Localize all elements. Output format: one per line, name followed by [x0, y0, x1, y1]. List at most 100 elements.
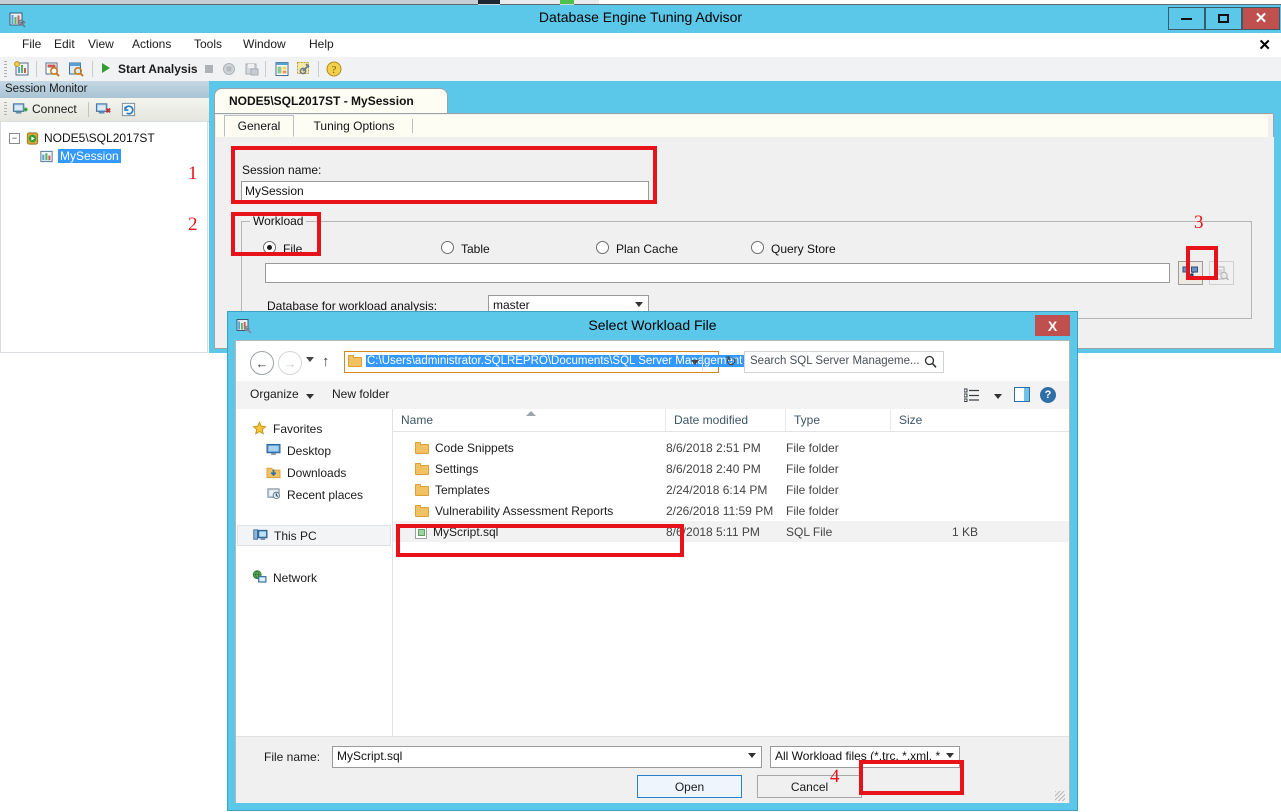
- preview-pane-icon[interactable]: [1014, 387, 1030, 402]
- table-row[interactable]: Vulnerability Assessment Reports 2/26/20…: [393, 500, 1069, 521]
- close-button[interactable]: ✕: [1242, 7, 1280, 30]
- forward-button: →: [278, 351, 302, 375]
- start-analysis-icon[interactable]: [102, 63, 110, 73]
- session-tree[interactable]: − NODE5\SQL2017ST MySession: [0, 121, 208, 353]
- help-icon[interactable]: ?: [1040, 387, 1056, 403]
- workload-file-input[interactable]: [265, 263, 1170, 283]
- menu-item-tools[interactable]: Tools: [192, 37, 224, 51]
- tree-row-session[interactable]: MySession: [39, 148, 121, 164]
- document-tab-label: NODE5\SQL2017ST - MySession: [229, 94, 414, 108]
- toolbar-grip[interactable]: [4, 61, 7, 77]
- navitem-recent-places[interactable]: Recent places: [266, 484, 363, 505]
- network-icon: [252, 569, 268, 586]
- connect-icon[interactable]: [12, 101, 29, 118]
- file-type-cell: File folder: [786, 482, 839, 497]
- file-name-cell: Templates: [415, 483, 490, 497]
- refresh-button[interactable]: ↻: [725, 353, 737, 370]
- address-bar[interactable]: C:\Users\administrator.SQLREPRO\Document…: [344, 351, 780, 373]
- tree-row-server[interactable]: − NODE5\SQL2017ST: [9, 130, 155, 146]
- table-row[interactable]: Settings 8/6/2018 2:40 PM File folder: [393, 458, 1069, 479]
- radio-query-store-label[interactable]: Query Store: [771, 242, 836, 256]
- tab-tuning-options[interactable]: Tuning Options: [298, 115, 410, 137]
- expander-icon[interactable]: −: [9, 132, 20, 144]
- menu-item-window[interactable]: Window: [241, 37, 288, 51]
- chevron-down-icon[interactable]: [946, 753, 954, 758]
- back-button[interactable]: ←: [250, 351, 274, 375]
- menu-item-actions[interactable]: Actions: [130, 37, 173, 51]
- cancel-button[interactable]: Cancel: [757, 775, 862, 798]
- file-name-combo[interactable]: MyScript.sql: [332, 746, 762, 768]
- tree-label-session: MySession: [58, 149, 121, 163]
- chevron-down-icon[interactable]: [994, 394, 1002, 399]
- minimize-icon: [1181, 17, 1192, 20]
- table-row[interactable]: Templates 2/24/2018 6:14 PM File folder: [393, 479, 1069, 500]
- folder-icon: [415, 504, 429, 517]
- navitem-this-pc[interactable]: This PC: [237, 525, 391, 546]
- organize-button[interactable]: Organize: [250, 387, 299, 401]
- radio-table-label[interactable]: Table: [461, 242, 490, 256]
- up-button[interactable]: ↑: [322, 353, 330, 370]
- disconnect-icon[interactable]: [95, 101, 112, 118]
- dialog-close-button[interactable]: X: [1035, 315, 1070, 336]
- start-analysis-button[interactable]: Start Analysis: [118, 62, 198, 76]
- chevron-down-icon[interactable]: [306, 394, 314, 399]
- file-type-cell: File folder: [786, 503, 839, 518]
- file-name-cell: Vulnerability Assessment Reports: [415, 504, 613, 518]
- close-icon: X: [1047, 317, 1058, 334]
- refresh-icon[interactable]: [120, 101, 137, 118]
- connect-button[interactable]: Connect: [32, 102, 77, 116]
- new-session-icon[interactable]: [13, 60, 31, 78]
- minimize-button[interactable]: [1168, 7, 1205, 30]
- open-session-icon[interactable]: [43, 60, 61, 78]
- chevron-down-icon[interactable]: [691, 360, 699, 365]
- highlight-myscript-file: [396, 524, 684, 557]
- maximize-button[interactable]: [1205, 7, 1242, 30]
- tab-general[interactable]: General: [224, 115, 294, 137]
- tune-icon[interactable]: [295, 60, 313, 78]
- sort-ascending-icon: [526, 411, 536, 416]
- menu-item-file[interactable]: File: [20, 37, 43, 51]
- column-header-type[interactable]: Type: [785, 409, 890, 431]
- radio-plan-cache[interactable]: [596, 241, 609, 254]
- file-name-cell: Code Snippets: [415, 441, 514, 455]
- open-analysis-icon[interactable]: [67, 60, 85, 78]
- search-icon[interactable]: [924, 355, 937, 369]
- this-pc-icon: [253, 528, 269, 544]
- close-document-icon[interactable]: ✕: [1258, 36, 1271, 54]
- main-toolbar: Start Analysis ?: [0, 57, 1281, 82]
- document-tab[interactable]: NODE5\SQL2017ST - MySession: [214, 88, 448, 115]
- menu-item-edit[interactable]: Edit: [52, 37, 77, 51]
- view-list-icon[interactable]: [964, 388, 980, 402]
- up-icon: ↑: [322, 353, 330, 370]
- column-header-date[interactable]: Date modified: [665, 409, 785, 431]
- column-header-size[interactable]: Size: [890, 409, 980, 431]
- table-row[interactable]: Code Snippets 8/6/2018 2:51 PM File fold…: [393, 437, 1069, 458]
- file-list-pane: Name Date modified Type Size Code Snippe…: [393, 409, 1069, 736]
- chevron-down-icon[interactable]: [748, 753, 756, 758]
- recent-places-icon: [266, 487, 282, 503]
- new-folder-button[interactable]: New folder: [332, 387, 389, 401]
- session-toolbar-grip[interactable]: [4, 102, 7, 117]
- menu-item-view[interactable]: View: [86, 37, 116, 51]
- help-icon[interactable]: ?: [325, 60, 343, 78]
- annotation-1: 1: [188, 163, 198, 184]
- navitem-downloads[interactable]: Downloads: [266, 462, 346, 483]
- navitem-network[interactable]: Network: [252, 567, 317, 588]
- navitem-desktop[interactable]: Desktop: [266, 440, 331, 461]
- radio-table[interactable]: [441, 241, 454, 254]
- navitem-favorites[interactable]: Favorites: [252, 418, 322, 439]
- file-date-cell: 2/26/2018 11:59 PM: [666, 503, 774, 518]
- radio-plan-cache-label[interactable]: Plan Cache: [616, 242, 678, 256]
- navitem-label: Downloads: [287, 465, 347, 480]
- report-icon[interactable]: [273, 60, 291, 78]
- history-dropdown-icon[interactable]: [306, 357, 314, 362]
- radio-query-store[interactable]: [751, 241, 764, 254]
- resize-grip[interactable]: [1055, 791, 1065, 801]
- open-button[interactable]: Open: [637, 775, 742, 798]
- highlight-open-button: [859, 760, 964, 795]
- navitem-label: Favorites: [273, 421, 323, 436]
- forward-icon: →: [283, 355, 297, 371]
- menu-item-help[interactable]: Help: [307, 37, 336, 51]
- search-input[interactable]: Search SQL Server Manageme...: [744, 351, 944, 373]
- search-placeholder: Search SQL Server Manageme...: [750, 355, 920, 367]
